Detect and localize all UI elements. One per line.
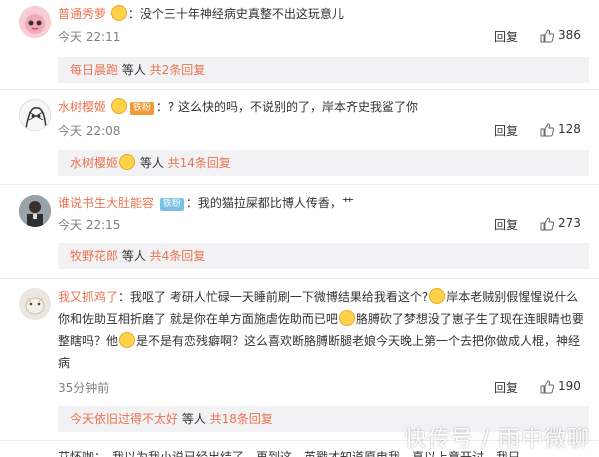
username[interactable]: 谁说书生大肚能容	[58, 196, 154, 210]
reply-middle-text: 等人	[118, 249, 150, 263]
like-icon[interactable]	[540, 380, 554, 394]
comment-text-part: 是不是有恋残癖啊？这么喜欢断胳膊断腿老娘今天晚上第一个去把你做成人棍，神经病	[58, 334, 581, 370]
like-count: 128	[558, 122, 581, 136]
emoji-icon	[429, 288, 446, 304]
avatar[interactable]	[19, 99, 51, 131]
comment-body: 普通秀萝 ：没个三十年神经病史真整不出这玩意儿	[58, 5, 344, 21]
reply-count-link[interactable]: 共4条回复	[150, 249, 206, 263]
divider	[0, 89, 599, 90]
like-count: 190	[558, 379, 581, 393]
comment-text: 我的猫拉屎都比博人传香，艹	[197, 196, 354, 210]
reply-count-link[interactable]: 共18条回复	[210, 412, 273, 426]
like-icon[interactable]	[540, 123, 554, 137]
reply-button[interactable]: 回复	[494, 379, 518, 396]
reply-button[interactable]: 回复	[494, 28, 518, 45]
reply-middle-text: 等人	[178, 412, 210, 426]
reply-button[interactable]: 回复	[494, 122, 518, 139]
comment-body: 谁说书生大肚能容 铁粉 ：我的猫拉屎都比博人传香，艹	[58, 196, 354, 211]
comment-time: 今天 22:11	[58, 30, 121, 44]
avatar[interactable]	[19, 6, 51, 38]
like-count: 273	[558, 216, 581, 230]
comment-text-part: 我呕了 考研人忙碌一天睡前刷一下微博结果给我看这个?	[130, 290, 429, 304]
comment-body: 我又抓鸡了：我呕了 考研人忙碌一天睡前刷一下微博结果给我看这个? 岸本老贼别假惺惺…	[58, 288, 584, 370]
fan-badge: 铁粉	[159, 198, 184, 211]
divider	[0, 184, 599, 185]
comment-time: 35分钟前	[58, 381, 110, 395]
comment-body: 水树樱姬 铁粉：? 这么快的吗，不说别的了，岸本齐史我鲨了你	[58, 98, 419, 115]
reply-user-names[interactable]: 水树樱姬	[70, 156, 118, 170]
avatar[interactable]	[19, 288, 51, 320]
like-icon[interactable]	[540, 217, 554, 231]
like-icon[interactable]	[540, 29, 554, 43]
user-badge-icon	[110, 5, 127, 21]
emoji-icon	[119, 154, 136, 170]
reply-middle-text: 等人	[136, 156, 168, 170]
replies-summary[interactable]: 牧野花郎 等人 共4条回复	[58, 243, 589, 269]
username[interactable]: 水树樱姬	[58, 100, 106, 114]
reply-user-names[interactable]: 今天依旧过得不太好	[70, 412, 178, 426]
comment-time: 今天 22:15	[58, 218, 121, 232]
divider	[0, 278, 599, 279]
reply-count-link[interactable]: 共14条回复	[168, 156, 231, 170]
user-badge-icon	[110, 98, 127, 114]
reply-button[interactable]: 回复	[494, 216, 518, 233]
comment-time: 今天 22:08	[58, 124, 121, 138]
reply-middle-text: 等人	[118, 63, 150, 77]
username[interactable]: 我又抓鸡了	[58, 290, 118, 304]
watermark: 快传号 / 雨中微聊	[404, 427, 590, 452]
comment-text: 没个三十年神经病史真整不出这玩意儿	[139, 7, 344, 21]
replies-summary[interactable]: 每日晨跑 等人 共2条回复	[58, 57, 589, 83]
avatar[interactable]	[19, 195, 51, 227]
reply-count-link[interactable]: 共2条回复	[150, 63, 206, 77]
fan-badge: 铁粉	[129, 102, 154, 115]
emoji-icon	[119, 332, 136, 348]
like-count: 386	[558, 28, 581, 42]
replies-summary[interactable]: 水树樱姬 等人 共14条回复	[58, 150, 589, 176]
reply-user-names[interactable]: 每日晨跑	[70, 63, 118, 77]
username[interactable]: 普通秀萝	[58, 7, 106, 21]
reply-user-names[interactable]: 牧野花郎	[70, 249, 118, 263]
comment-text: ? 这么快的吗，不说别的了，岸本齐史我鲨了你	[167, 100, 419, 114]
emoji-icon	[338, 310, 355, 326]
